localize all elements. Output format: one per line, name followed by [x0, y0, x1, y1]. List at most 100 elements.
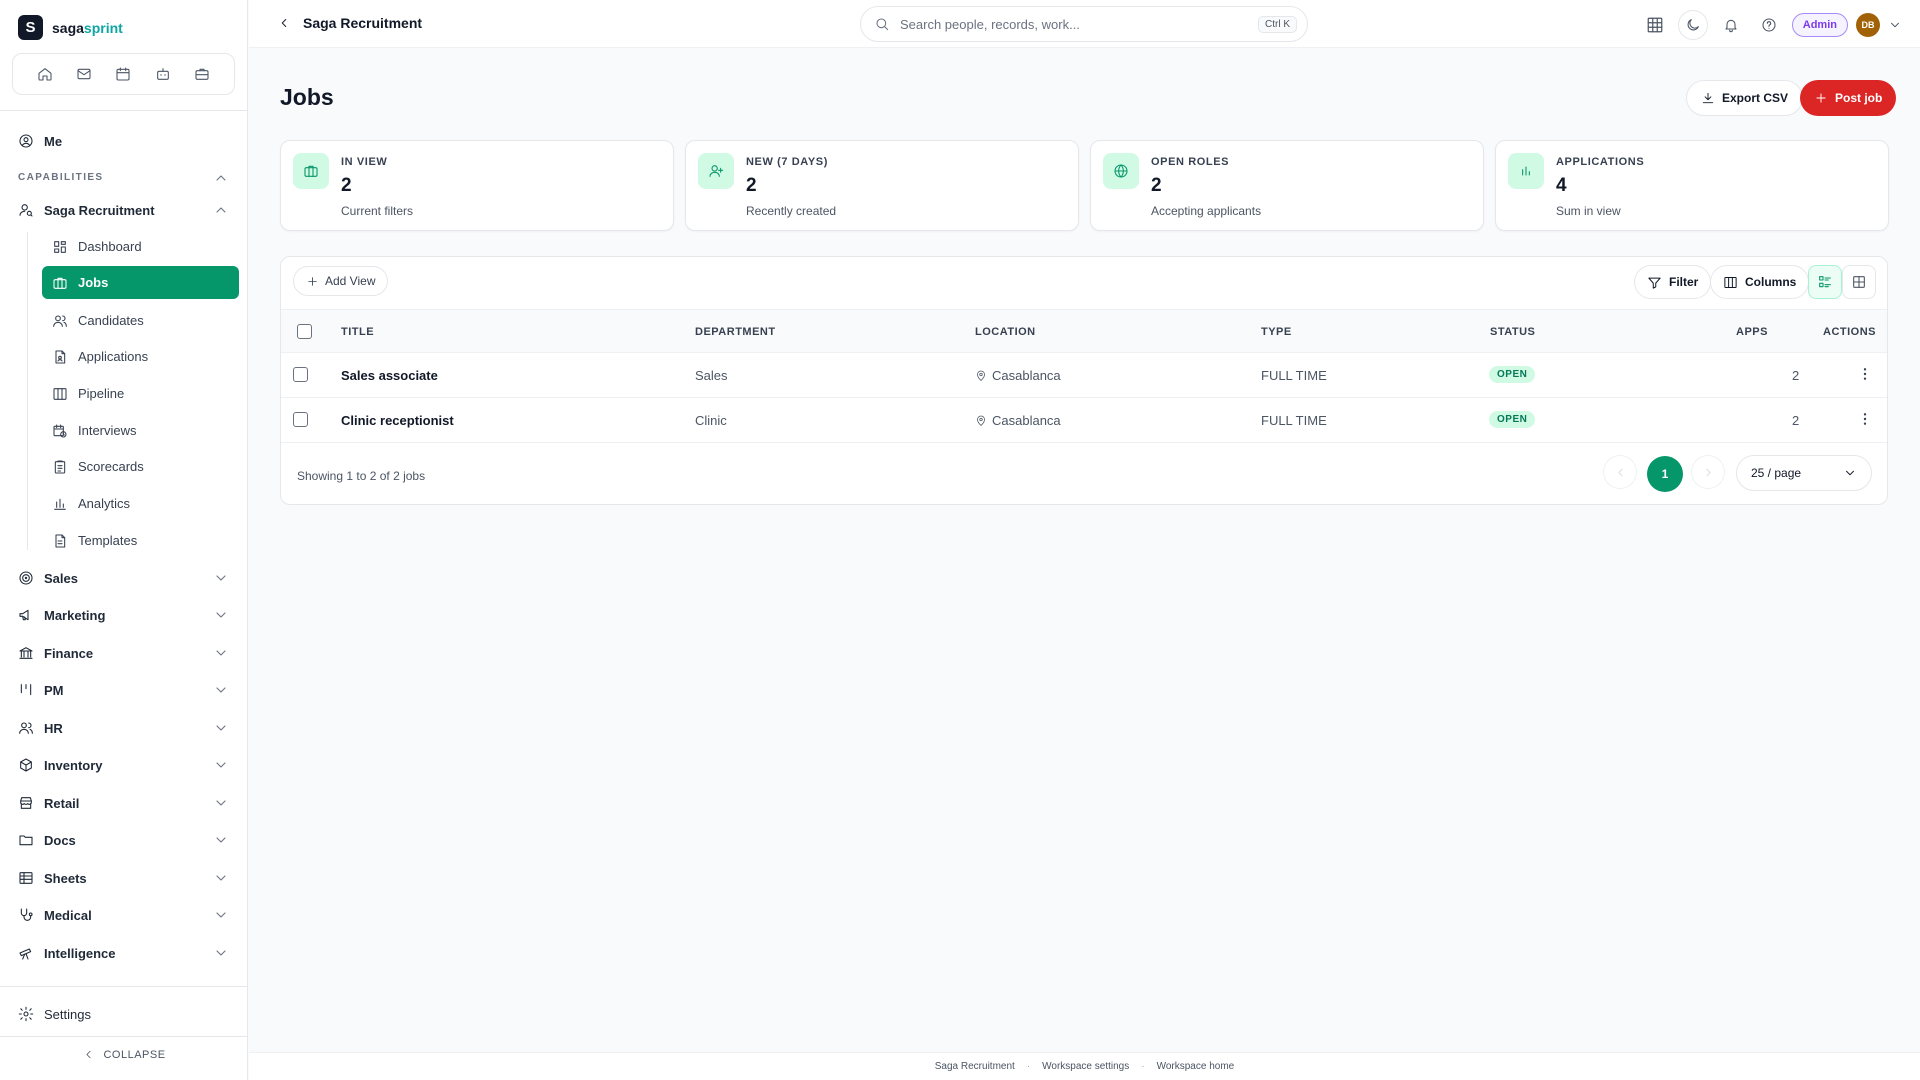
- file-icon: [52, 349, 68, 365]
- footer-link-workspace-settings[interactable]: Workspace settings: [1042, 1061, 1129, 1072]
- column-header-status[interactable]: STATUS: [1490, 326, 1535, 338]
- nav-finance[interactable]: Finance: [18, 638, 229, 668]
- global-search[interactable]: Ctrl K: [860, 6, 1308, 42]
- topbar-actions: Admin DB: [1640, 10, 1902, 40]
- sidebar-item-label: Scorecards: [78, 459, 144, 474]
- column-header-apps[interactable]: APPS: [1736, 326, 1768, 338]
- nav-saga-recruitment[interactable]: Saga Recruitment: [18, 195, 229, 225]
- help-icon[interactable]: [1754, 10, 1784, 40]
- chevron-down-icon: [213, 795, 229, 811]
- nav-marketing-label: Marketing: [44, 607, 106, 623]
- table-row[interactable]: Sales associate Sales Casablanca FULL TI…: [281, 353, 1887, 398]
- next-page-icon[interactable]: [1691, 455, 1725, 489]
- footer-link-module[interactable]: Saga Recruitment: [935, 1061, 1015, 1072]
- nav-docs[interactable]: Docs: [18, 825, 229, 855]
- chevron-down-icon: [213, 870, 229, 886]
- job-title[interactable]: Sales associate: [341, 368, 438, 383]
- telescope-icon: [18, 945, 34, 961]
- columns-button[interactable]: Columns: [1710, 265, 1810, 299]
- chevron-left-icon: [82, 1048, 95, 1061]
- back-chevron-icon[interactable]: [277, 16, 291, 30]
- nav-retail[interactable]: Retail: [18, 788, 229, 818]
- nav-intelligence[interactable]: Intelligence: [18, 938, 229, 968]
- bell-icon[interactable]: [1716, 10, 1746, 40]
- search-input[interactable]: [900, 16, 1248, 32]
- briefcase-icon[interactable]: [187, 59, 217, 89]
- add-view-label: Add View: [325, 274, 376, 288]
- stat-value: 4: [1556, 175, 1567, 196]
- footer-link-workspace-home[interactable]: Workspace home: [1157, 1061, 1235, 1072]
- columns-icon: [1723, 275, 1738, 290]
- divider: [0, 110, 248, 111]
- sidebar-item-applications[interactable]: Applications: [42, 340, 239, 373]
- more-vertical-icon[interactable]: [1857, 366, 1873, 382]
- filter-button[interactable]: Filter: [1634, 265, 1712, 299]
- sidebar-item-interviews[interactable]: Interviews: [42, 414, 239, 447]
- nav-me[interactable]: Me: [18, 126, 229, 156]
- folder-icon: [18, 832, 34, 848]
- list-view-icon[interactable]: [1808, 265, 1842, 299]
- nav-settings[interactable]: Settings: [18, 999, 229, 1029]
- column-header-location[interactable]: LOCATION: [975, 326, 1036, 338]
- divider: [0, 986, 248, 987]
- calendar-icon[interactable]: [108, 59, 138, 89]
- role-badge[interactable]: Admin: [1791, 13, 1848, 37]
- nav-inventory[interactable]: Inventory: [18, 750, 229, 780]
- job-title[interactable]: Clinic receptionist: [341, 413, 454, 428]
- table-row[interactable]: Clinic receptionist Clinic Casablanca FU…: [281, 398, 1887, 443]
- job-location-label: Casablanca: [992, 413, 1061, 428]
- prev-page-icon[interactable]: [1603, 455, 1637, 489]
- chevron-down-icon: [213, 907, 229, 923]
- moon-icon[interactable]: [1677, 10, 1708, 40]
- page-number-current[interactable]: 1: [1647, 456, 1683, 492]
- sidebar-item-templates[interactable]: Templates: [42, 524, 239, 557]
- column-header-type[interactable]: TYPE: [1261, 326, 1292, 338]
- chevron-up-icon[interactable]: [213, 170, 229, 186]
- chevron-down-icon[interactable]: [1888, 18, 1902, 32]
- bot-icon[interactable]: [148, 59, 178, 89]
- chevron-down-icon: [213, 645, 229, 661]
- row-checkbox[interactable]: [293, 367, 308, 382]
- nav-hr[interactable]: HR: [18, 713, 229, 743]
- export-csv-button[interactable]: Export CSV: [1686, 80, 1804, 116]
- collapse-button[interactable]: COLLAPSE: [0, 1048, 248, 1061]
- chevron-down-icon: [213, 607, 229, 623]
- sidebar-item-candidates[interactable]: Candidates: [42, 304, 239, 337]
- sidebar-item-jobs[interactable]: Jobs: [42, 266, 239, 299]
- row-checkbox[interactable]: [293, 412, 308, 427]
- add-view-button[interactable]: Add View: [293, 266, 389, 296]
- sidebar: S sagasprint Me CAPABILITIES Saga Recrui…: [0, 0, 248, 1080]
- grid-view-icon[interactable]: [1842, 265, 1876, 299]
- sidebar-item-dashboard[interactable]: Dashboard: [42, 230, 239, 263]
- nav-docs-label: Docs: [44, 832, 76, 848]
- column-header-department[interactable]: DEPARTMENT: [695, 326, 776, 338]
- select-all-checkbox[interactable]: [297, 324, 312, 339]
- column-header-title[interactable]: TITLE: [341, 326, 374, 338]
- chevron-down-icon: [1843, 466, 1857, 480]
- sidebar-item-label: Analytics: [78, 496, 131, 511]
- gear-icon: [18, 1006, 34, 1022]
- post-job-button[interactable]: Post job: [1800, 80, 1897, 116]
- stat-label: IN VIEW: [341, 156, 388, 168]
- nav-sheets[interactable]: Sheets: [18, 863, 229, 893]
- more-vertical-icon[interactable]: [1857, 411, 1873, 427]
- sidebar-item-analytics[interactable]: Analytics: [42, 487, 239, 520]
- mail-icon[interactable]: [69, 59, 99, 89]
- nav-sheets-label: Sheets: [44, 870, 87, 886]
- sidebar-item-scorecards[interactable]: Scorecards: [42, 450, 239, 483]
- brand[interactable]: S sagasprint: [18, 15, 123, 40]
- nav-sales[interactable]: Sales: [18, 563, 229, 593]
- breadcrumb[interactable]: Saga Recruitment: [277, 15, 422, 31]
- per-page-select[interactable]: 25 / page: [1736, 455, 1872, 491]
- nav-pm[interactable]: PM: [18, 675, 229, 705]
- home-icon[interactable]: [30, 59, 60, 89]
- nav-medical[interactable]: Medical: [18, 900, 229, 930]
- apps-grid-icon[interactable]: [1640, 10, 1670, 40]
- sidebar-item-pipeline[interactable]: Pipeline: [42, 377, 239, 410]
- column-header-actions: ACTIONS: [1823, 326, 1876, 338]
- user-circle-icon: [18, 133, 34, 149]
- nav-intelligence-label: Intelligence: [44, 945, 116, 961]
- nav-marketing[interactable]: Marketing: [18, 600, 229, 630]
- quick-nav: [12, 53, 235, 95]
- avatar[interactable]: DB: [1856, 13, 1880, 37]
